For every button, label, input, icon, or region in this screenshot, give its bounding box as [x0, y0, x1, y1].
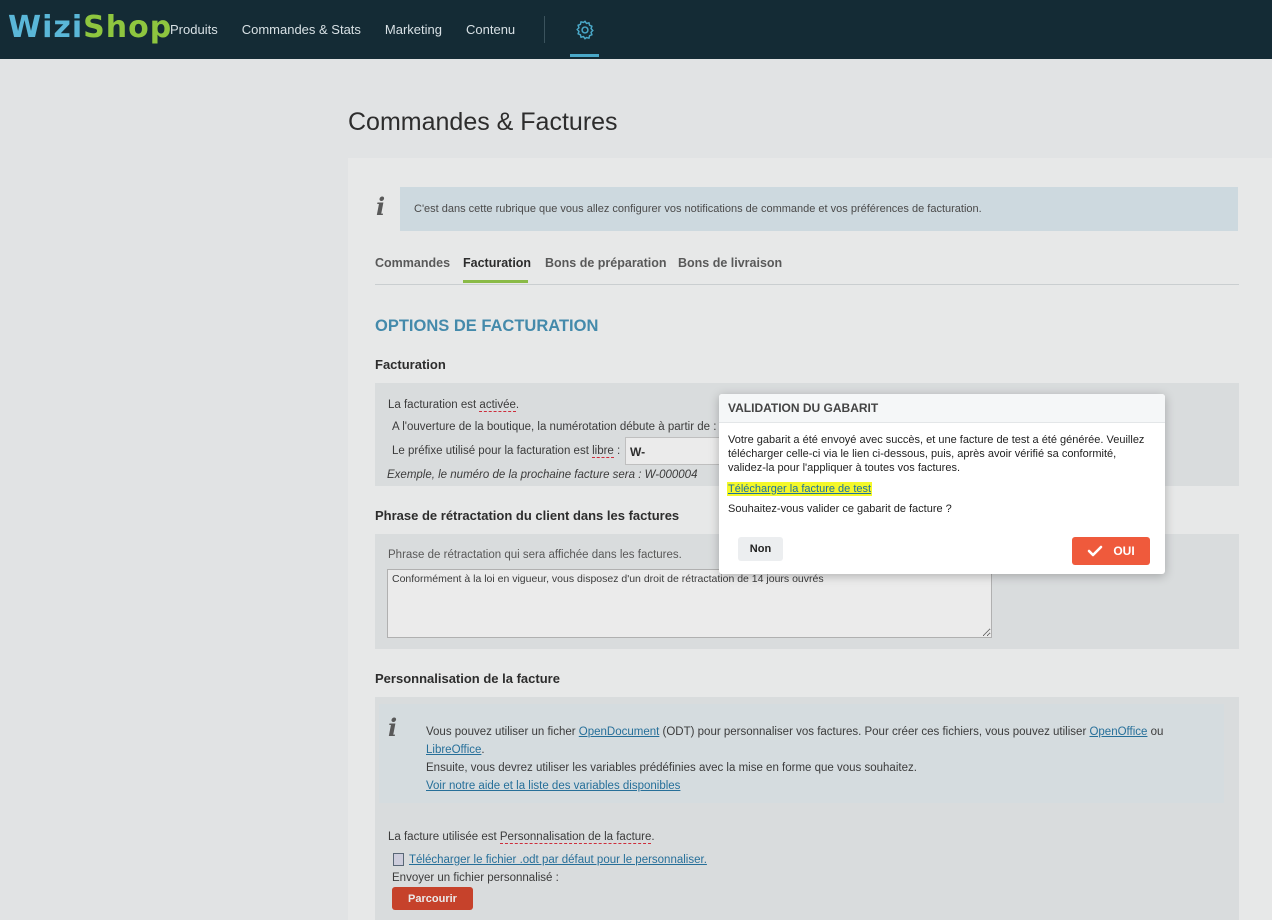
logo-text-shop: Shop: [83, 10, 173, 45]
yes-button-label: OUI: [1113, 544, 1135, 558]
modal-body-text: Votre gabarit a été envoyé avec succès, …: [728, 434, 1145, 474]
no-button[interactable]: Non: [738, 537, 783, 561]
nav-separator: [544, 16, 545, 43]
yes-button[interactable]: OUI: [1072, 537, 1150, 565]
logo-text-wizi: Wizi: [8, 10, 84, 45]
nav-item-marketing[interactable]: Marketing: [385, 22, 442, 37]
top-navbar: WiziShop Produits Commandes & Stats Mark…: [0, 0, 1272, 59]
check-icon: [1088, 545, 1103, 557]
modal-header: VALIDATION DU GABARIT: [719, 394, 1165, 423]
main-nav: Produits Commandes & Stats Marketing Con…: [170, 0, 539, 59]
settings-active-indicator: [570, 54, 599, 57]
modal-question: Souhaitez-vous valider ce gabarit de fac…: [728, 503, 952, 515]
nav-item-produits[interactable]: Produits: [170, 22, 218, 37]
nav-item-commandes-stats[interactable]: Commandes & Stats: [242, 22, 361, 37]
wizishop-logo[interactable]: WiziShop: [8, 10, 172, 45]
validation-modal: VALIDATION DU GABARIT Votre gabarit a ét…: [719, 394, 1165, 574]
nav-item-contenu[interactable]: Contenu: [466, 22, 515, 37]
modal-title: VALIDATION DU GABARIT: [728, 401, 879, 415]
settings-button[interactable]: [570, 0, 599, 59]
gear-icon: [575, 19, 594, 40]
download-test-invoice-link[interactable]: Télécharger la facture de test: [727, 482, 873, 496]
